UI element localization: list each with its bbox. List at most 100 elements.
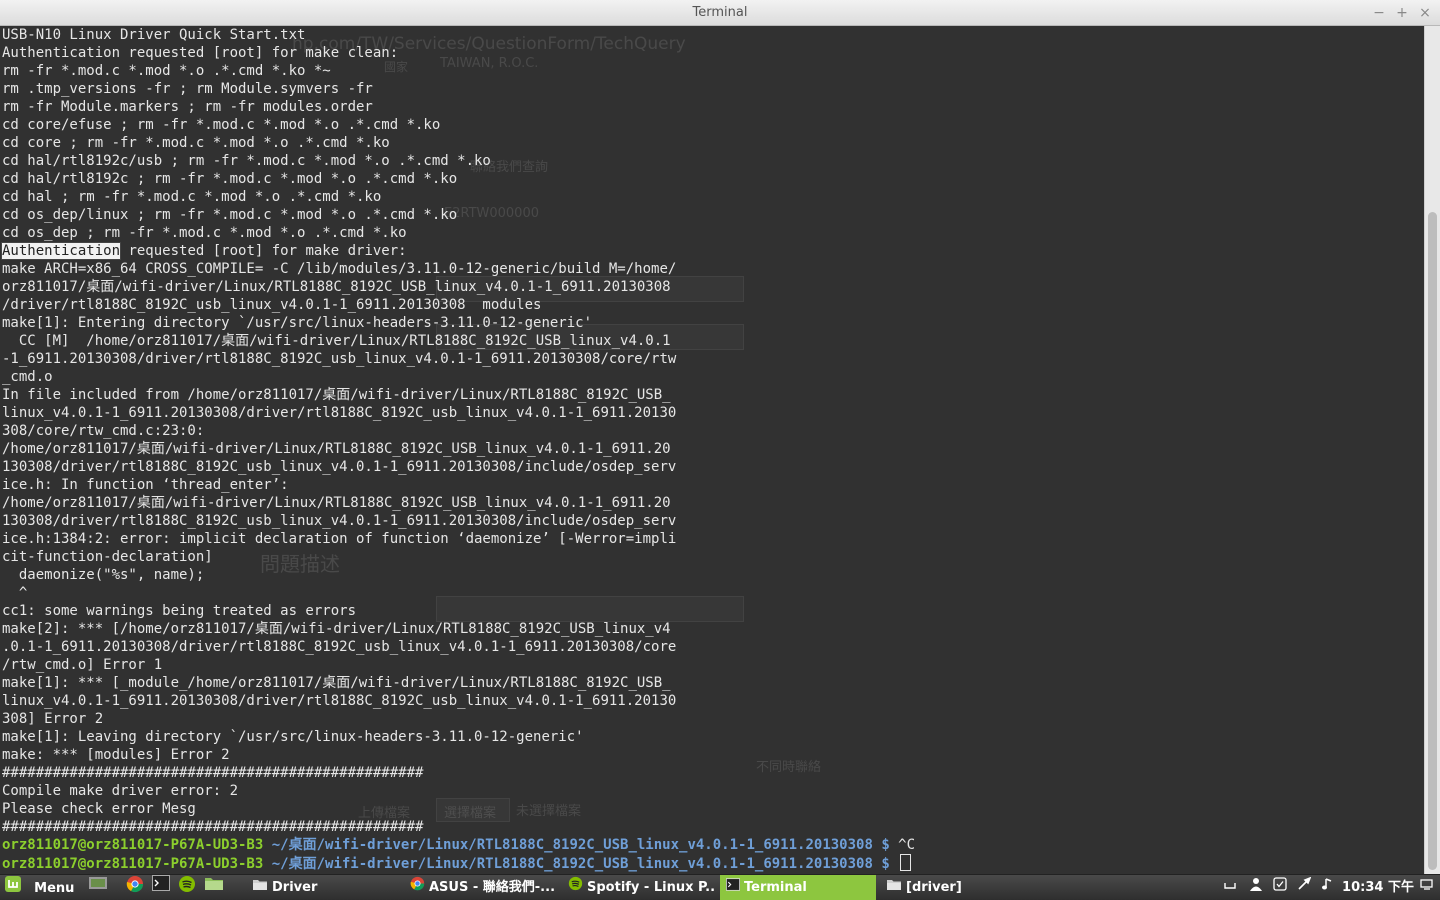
terminal-line: cd os_dep/linux ; rm -fr *.mod.c *.mod *… <box>2 207 458 223</box>
terminal-line: /home/orz811017/桌面/wifi-driver/Linux/RTL… <box>2 495 671 511</box>
chrome-icon <box>410 875 425 900</box>
terminal-line: /home/orz811017/桌面/wifi-driver/Linux/RTL… <box>2 441 671 457</box>
terminal-icon <box>152 875 170 900</box>
spotify-launcher[interactable] <box>178 875 200 900</box>
terminal-icon <box>726 875 740 900</box>
terminal-line: /rtw_cmd.o] Error 1 <box>2 657 163 673</box>
terminal-line: rm -fr Module.markers ; rm -fr modules.o… <box>2 99 373 115</box>
terminal-line: make[1]: *** [_module_/home/orz811017/桌面… <box>2 675 671 691</box>
shell-prompt-line: orz811017@orz811017-P67A-UD3-B3 ~/桌面/wif… <box>2 836 915 854</box>
chrome-icon <box>126 875 144 900</box>
terminal-line: Compile make driver error: 2 <box>2 783 239 799</box>
terminal-launcher[interactable] <box>152 875 174 900</box>
shell-prompt-line: orz811017@orz811017-P67A-UD3-B3 ~/桌面/wif… <box>2 854 915 872</box>
terminal-line: cd core ; rm -fr *.mod.c *.mod *.o .*.cm… <box>2 135 390 151</box>
terminal-line: cd hal ; rm -fr *.mod.c *.mod *.o .*.cmd… <box>2 189 382 205</box>
terminal-line: linux_v4.0.1-1_6911.20130308/driver/rtl8… <box>2 693 677 709</box>
prompt-path: ~/桌面/wifi-driver/Linux/RTL8188C_8192C_US… <box>271 856 890 872</box>
tray-sound-icon[interactable] <box>1320 875 1336 900</box>
terminal-line: ice.h:1384:2: error: implicit declaratio… <box>2 531 677 547</box>
terminal-line: cit-function-declaration] <box>2 549 213 565</box>
taskbar-task-label: Driver <box>272 880 318 895</box>
close-button[interactable]: × <box>1416 4 1434 22</box>
terminal-line: cc1: some warnings being treated as erro… <box>2 603 357 619</box>
taskbar-task-3[interactable]: Terminal <box>720 875 876 900</box>
terminal-line: ^ <box>2 585 28 601</box>
show-desktop-launcher[interactable] <box>88 875 110 900</box>
terminal-line: 130308/driver/rtl8188C_8192C_usb_linux_v… <box>2 513 677 529</box>
terminal-line: _cmd.o <box>2 369 53 385</box>
terminal-line: make ARCH=x86_64 CROSS_COMPILE= -C /lib/… <box>2 261 677 277</box>
terminal-line: ice.h: In function ‘thread_enter’: <box>2 477 289 493</box>
terminal-line: cd hal/rtl8192c ; rm -fr *.mod.c *.mod *… <box>2 171 458 187</box>
tray-network-icon[interactable] <box>1418 875 1436 900</box>
auth-line-driver: Authentication requested [root] for make… <box>0 242 915 260</box>
terminal-scrollbar[interactable] <box>1424 26 1440 874</box>
chrome-launcher[interactable] <box>126 875 148 900</box>
taskbar-task-2[interactable]: Spotify - Linux P... <box>562 875 714 900</box>
terminal-line: cd hal/rtl8192c/usb ; rm -fr *.mod.c *.m… <box>2 153 491 169</box>
tray-user-icon[interactable] <box>1248 875 1264 900</box>
taskbar-task-1[interactable]: ASUS - 聯絡我們-... <box>404 875 556 900</box>
terminal-line: make[1]: Entering directory `/usr/src/li… <box>2 315 593 331</box>
maximize-button[interactable]: + <box>1393 4 1411 22</box>
taskbar-task-4[interactable]: [driver] <box>880 875 1050 900</box>
terminal-line: rm -fr *.mod.c *.mod *.o .*.cmd *.ko *~ <box>2 63 331 79</box>
terminal-line: Authentication requested [root] for make… <box>2 45 399 61</box>
terminal-line: make[2]: *** [/home/orz811017/桌面/wifi-dr… <box>2 621 671 637</box>
terminal-lines: USB-N10 Linux Driver Quick Start.txt Auth… <box>0 26 915 872</box>
selected-text[interactable]: Authentication <box>0 242 122 260</box>
folder-icon <box>252 875 268 900</box>
terminal-line: Please check error Mesg <box>2 801 196 817</box>
window-titlebar[interactable]: Terminal − + × <box>0 0 1440 26</box>
terminal-line: cd os_dep ; rm -fr *.mod.c *.mod *.o .*.… <box>2 225 407 241</box>
terminal-line: orz811017/桌面/wifi-driver/Linux/RTL8188C_… <box>2 279 671 295</box>
terminal-line: ########################################… <box>2 819 424 835</box>
taskbar-task-label: [driver] <box>906 880 962 895</box>
spotify-icon <box>178 875 196 900</box>
folder-icon <box>204 875 224 900</box>
taskbar: Menu Driver ASUS - 聯絡我們-... Spotify - Linu… <box>0 874 1440 900</box>
terminal-line: 308] Error 2 <box>2 711 104 727</box>
taskbar-task-0[interactable]: Driver <box>246 875 396 900</box>
terminal-line: daemonize("%s", name); <box>2 567 205 583</box>
taskbar-task-label: Spotify - Linux P... <box>587 880 714 895</box>
clock[interactable]: 10:34 下午 <box>1340 875 1416 900</box>
folder-icon <box>886 875 902 900</box>
tray-keyboard-icon[interactable] <box>1222 875 1238 900</box>
terminal-line: USB-N10 Linux Driver Quick Start.txt <box>2 27 306 43</box>
terminal-line: CC [M] /home/orz811017/桌面/wifi-driver/Li… <box>2 333 671 349</box>
terminal-output-area[interactable]: hp.com/TW/Services/QuestionForm/TechQuer… <box>0 26 1424 874</box>
files-launcher[interactable] <box>204 875 226 900</box>
menu-button[interactable]: Menu <box>4 875 80 900</box>
terminal-line: .0.1-1_6911.20130308/driver/rtl8188C_819… <box>2 639 677 655</box>
taskbar-task-label: ASUS - 聯絡我們-... <box>429 880 556 895</box>
terminal-line: /driver/rtl8188C_8192C_usb_linux_v4.0.1-… <box>2 297 542 313</box>
terminal-line: In file included from /home/orz811017/桌面… <box>2 387 671 403</box>
minimize-button[interactable]: − <box>1370 4 1388 22</box>
prompt-user-host: orz811017@orz811017-P67A-UD3-B3 <box>2 837 264 853</box>
terminal-line: linux_v4.0.1-1_6911.20130308/driver/rtl8… <box>2 405 677 421</box>
terminal-line: -1_6911.20130308/driver/rtl8188C_8192C_u… <box>2 351 677 367</box>
prompt-command[interactable] <box>890 856 898 872</box>
terminal-line: rm .tmp_versions -fr ; rm Module.symvers… <box>2 81 373 97</box>
terminal-line: 308/core/rtw_cmd.c:23:0: <box>2 423 205 439</box>
terminal-line: ########################################… <box>2 765 424 781</box>
mint-logo-icon <box>4 875 22 900</box>
prompt-path: ~/桌面/wifi-driver/Linux/RTL8188C_8192C_US… <box>271 837 890 853</box>
prompt-user-host: orz811017@orz811017-P67A-UD3-B3 <box>2 856 264 872</box>
window-title: Terminal <box>692 5 748 20</box>
terminal-line: make: *** [modules] Error 2 <box>2 747 230 763</box>
scrollbar-thumb[interactable] <box>1428 212 1437 870</box>
text-cursor <box>900 854 912 871</box>
spotify-icon <box>568 875 583 900</box>
tray-update-icon[interactable] <box>1272 875 1288 900</box>
terminal-line: 130308/driver/rtl8188C_8192C_usb_linux_v… <box>2 459 677 475</box>
auth-line-rest: requested [root] for make driver: <box>120 243 407 259</box>
menu-label: Menu <box>34 881 75 896</box>
tray-brush-icon[interactable] <box>1296 875 1312 900</box>
taskbar-task-label: Terminal <box>744 880 807 895</box>
terminal-line: cd core/efuse ; rm -fr *.mod.c *.mod *.o… <box>2 117 441 133</box>
desktop-icon <box>88 875 108 900</box>
terminal-line: make[1]: Leaving directory `/usr/src/lin… <box>2 729 584 745</box>
